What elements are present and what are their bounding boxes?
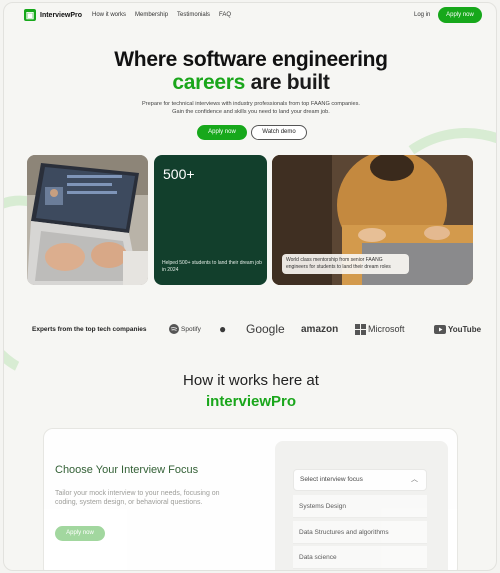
focus-option-dsa[interactable]: Data Structures and algorithms xyxy=(293,521,427,544)
panel-apply-button[interactable]: Apply now xyxy=(55,526,105,541)
person-caption: World class mentorship from senior FAANG… xyxy=(282,254,409,274)
nav-link-testimonials[interactable]: Testimonials xyxy=(177,12,210,18)
hero-title-rest: are built xyxy=(245,71,330,94)
nav-apply-button[interactable]: Apply now xyxy=(438,7,482,23)
brand-apple: ● xyxy=(219,321,226,337)
brand-microsoft: Microsoft xyxy=(355,321,405,337)
laptop-photo-card xyxy=(27,155,148,285)
focus-select-placeholder: Select interview focus xyxy=(300,476,363,483)
top-nav: ▣ InterviewPro How it works Membership T… xyxy=(4,3,496,29)
panel-description: Tailor your mock interview to your needs… xyxy=(55,490,220,506)
logo-icon: ▣ xyxy=(24,9,36,21)
stats-card: 500+ Helped 500+ students to land their … xyxy=(154,155,267,285)
spotify-icon xyxy=(169,324,179,334)
panel-title: Choose Your Interview Focus xyxy=(55,464,199,476)
logo-text: InterviewPro xyxy=(40,11,83,19)
hero-title-line1: Where software engineering xyxy=(114,48,388,71)
brand-name-spotify: Spotify xyxy=(181,325,201,333)
apple-icon: ● xyxy=(219,322,227,336)
brand-youtube: YouTube xyxy=(434,321,481,337)
laptop-photo-illustration xyxy=(27,155,148,285)
interview-focus-panel: Choose Your Interview Focus Tailor your … xyxy=(43,428,458,570)
hero-title-highlight: careers xyxy=(172,71,246,94)
person-photo-card: World class mentorship from senior FAANG… xyxy=(272,155,473,285)
focus-option-systems-design[interactable]: Systems Design xyxy=(293,495,427,518)
watch-demo-button[interactable]: Watch demo xyxy=(251,125,307,140)
brand-google: Google xyxy=(246,321,285,337)
brand-amazon: amazon xyxy=(301,321,338,337)
brand-name-youtube: YouTube xyxy=(448,324,482,334)
stat-text: Helped 500+ students to land their dream… xyxy=(162,260,262,273)
nav-links: How it works Membership Testimonials FAQ xyxy=(92,12,231,18)
focus-select[interactable]: Select interview focus ︿ xyxy=(293,469,427,491)
nav-link-faq[interactable]: FAQ xyxy=(219,12,231,18)
how-title-line2: interviewPro xyxy=(205,393,297,410)
brands-label: Experts from the top tech companies xyxy=(32,326,147,333)
youtube-icon xyxy=(434,324,446,334)
brand-spotify: Spotify xyxy=(169,321,201,337)
logo[interactable]: ▣ InterviewPro xyxy=(24,9,82,21)
stat-number: 500+ xyxy=(163,166,195,182)
focus-selector: Select interview focus ︿ Systems Design … xyxy=(275,441,448,570)
brand-name-google: Google xyxy=(246,322,285,336)
brand-name-amazon: amazon xyxy=(301,323,339,335)
microsoft-icon xyxy=(355,323,366,335)
hero-apply-button[interactable]: Apply now xyxy=(197,125,247,140)
login-link[interactable]: Log in xyxy=(414,12,430,18)
hero-title-line2: careers are built xyxy=(4,71,496,95)
nav-link-how-it-works[interactable]: How it works xyxy=(92,12,126,18)
brand-name-microsoft: Microsoft xyxy=(368,324,405,334)
focus-option-data-science[interactable]: Data science xyxy=(293,546,427,569)
hero-subtitle-line1: Prepare for technical interviews with in… xyxy=(142,101,360,107)
chevron-up-icon: ︿ xyxy=(411,476,418,483)
how-title-line1: How it works here at xyxy=(183,372,319,389)
hero-subtitle-line2: Gain the confidence and skills you need … xyxy=(172,109,330,115)
nav-link-membership[interactable]: Membership xyxy=(135,12,168,18)
page-frame: ▣ InterviewPro How it works Membership T… xyxy=(3,2,497,571)
